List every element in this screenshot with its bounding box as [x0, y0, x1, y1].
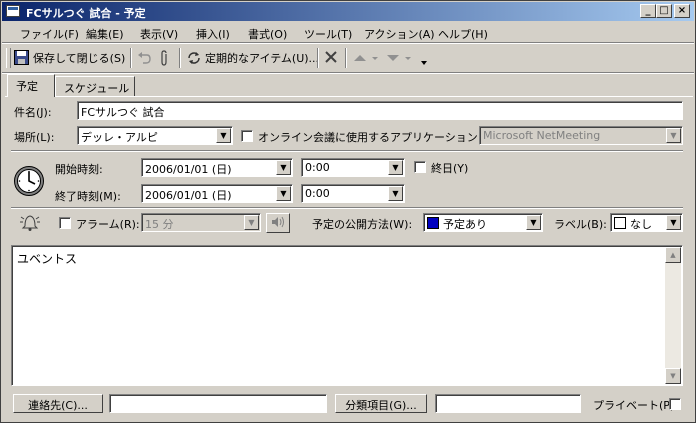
menu-tools[interactable]: ツール(T) [304, 26, 352, 42]
alarm-combobox: 15 分 ▼ [141, 213, 261, 232]
label-dropdown-arrow[interactable]: ▼ [666, 215, 681, 230]
location-value: デッレ・アルピ [81, 131, 158, 144]
busy-color-swatch [427, 217, 439, 229]
end-date-value: 2006/01/01 (日) [145, 189, 232, 202]
alarm-sound-button[interactable] [266, 213, 290, 233]
private-checkbox[interactable] [669, 398, 681, 410]
menu-edit[interactable]: 編集(E) [86, 26, 124, 42]
attachment-icon[interactable] [159, 50, 169, 69]
menu-format[interactable]: 書式(O) [248, 26, 287, 42]
menu-insert[interactable]: 挿入(I) [196, 26, 230, 42]
start-date-value: 2006/01/01 (日) [145, 163, 232, 176]
recurrence-button[interactable]: 定期的なアイテム(U)... [205, 50, 319, 66]
previous-item-icon[interactable] [353, 53, 379, 66]
menu-file[interactable]: ファイル(F) [20, 26, 79, 42]
start-date-picker[interactable]: 2006/01/01 (日) ▼ [141, 158, 293, 177]
alarm-checkbox[interactable] [59, 217, 71, 229]
private-label: プライベート(P) [593, 399, 675, 412]
tab-scheduling[interactable]: スケジュール [55, 76, 135, 96]
delete-icon[interactable] [324, 50, 338, 67]
show-time-as-dropdown-arrow[interactable]: ▼ [526, 215, 541, 230]
minimize-button[interactable]: _ [640, 4, 656, 18]
start-time-value: 0:00 [305, 161, 330, 174]
alarm-dropdown-arrow: ▼ [244, 215, 259, 230]
toolbar: 保存して閉じる(S) 定期的なアイテム(U)... [2, 44, 694, 72]
location-combobox[interactable]: デッレ・アルピ ▼ [77, 126, 233, 145]
menu-actions[interactable]: アクション(A) [364, 26, 435, 42]
categories-input[interactable] [435, 394, 581, 413]
online-app-combobox: Microsoft NetMeeting ▼ [479, 126, 683, 145]
next-item-icon[interactable] [386, 53, 412, 66]
undo-icon[interactable] [137, 51, 151, 67]
title-bar[interactable]: FCサルつぐ 試合 - 予定 _ □ × [2, 2, 694, 21]
speaker-icon [272, 216, 284, 228]
all-day-label: 終日(Y) [431, 162, 469, 175]
show-time-as-combobox[interactable]: 予定あり ▼ [423, 213, 543, 232]
appointment-icon [6, 5, 20, 17]
menu-bar: ファイル(F) 編集(E) 表示(V) 挿入(I) 書式(O) ツール(T) ア… [2, 22, 694, 42]
end-date-picker[interactable]: 2006/01/01 (日) ▼ [141, 184, 293, 203]
tab-strip: 予定 スケジュール [1, 74, 696, 97]
end-time-combobox[interactable]: 0:00 ▼ [301, 184, 405, 203]
maximize-button[interactable]: □ [656, 4, 672, 18]
notes-textarea[interactable]: ユベントス ▲ ▼ [11, 245, 683, 386]
start-time-combobox[interactable]: 0:00 ▼ [301, 158, 405, 177]
online-app-dropdown-arrow: ▼ [666, 128, 681, 143]
toolbar-separator [345, 48, 347, 68]
show-time-as-value: 予定あり [443, 218, 487, 231]
contacts-button[interactable]: 連絡先(C)... [13, 394, 103, 413]
categories-button[interactable]: 分類項目(G)... [335, 394, 427, 413]
scroll-up-button[interactable]: ▲ [665, 247, 681, 263]
toolbar-separator [179, 48, 181, 68]
section-divider [11, 150, 683, 152]
toolbar-grip[interactable] [6, 48, 11, 68]
online-app-value: Microsoft NetMeeting [483, 129, 601, 142]
online-meeting-checkbox[interactable] [241, 130, 253, 142]
tab-appointment[interactable]: 予定 [7, 74, 55, 97]
show-time-as-label: 予定の公開方法(W): [312, 218, 413, 231]
location-label: 場所(L): [14, 131, 55, 144]
online-meeting-label: オンライン会議に使用するアプリケーション: [258, 131, 482, 144]
alarm-value: 15 分 [145, 218, 174, 231]
subject-label: 件名(J): [14, 106, 52, 119]
start-time-dropdown-arrow[interactable]: ▼ [388, 160, 403, 175]
alarm-label: アラーム(R): [76, 218, 140, 231]
save-and-close-button[interactable]: 保存して閉じる(S) [33, 50, 125, 66]
recurrence-icon [187, 51, 201, 68]
close-button[interactable]: × [674, 4, 690, 18]
location-dropdown-arrow[interactable]: ▼ [216, 128, 231, 143]
menu-view[interactable]: 表示(V) [140, 26, 178, 42]
clock-icon [13, 165, 45, 200]
label-value: なし [630, 218, 652, 231]
window-title: FCサルつぐ 試合 - 予定 [26, 7, 146, 20]
subject-input[interactable]: FCサルつぐ 試合 [77, 101, 683, 120]
end-time-dropdown-arrow[interactable]: ▼ [388, 186, 403, 201]
toolbar-options-icon[interactable] [420, 57, 428, 70]
all-day-checkbox[interactable] [414, 161, 426, 173]
scroll-down-button[interactable]: ▼ [665, 368, 681, 384]
end-time-value: 0:00 [305, 187, 330, 200]
bell-icon [19, 212, 41, 235]
label-color-swatch [614, 217, 626, 229]
notes-scrollbar[interactable]: ▲ ▼ [665, 247, 681, 384]
save-icon [14, 50, 29, 68]
start-date-dropdown-arrow[interactable]: ▼ [276, 160, 291, 175]
start-time-label: 開始時刻: [55, 163, 103, 176]
toolbar-separator [317, 48, 319, 68]
section-divider [11, 207, 683, 209]
label-label: ラベル(B): [554, 218, 607, 231]
notes-text: ユベントス [17, 252, 78, 266]
appointment-window: FCサルつぐ 試合 - 予定 _ □ × ファイル(F) 編集(E) 表示(V)… [0, 0, 696, 423]
end-date-dropdown-arrow[interactable]: ▼ [276, 186, 291, 201]
menu-help[interactable]: ヘルプ(H) [438, 26, 488, 42]
label-combobox[interactable]: なし ▼ [610, 213, 683, 232]
end-time-label: 終了時刻(M): [55, 190, 121, 203]
toolbar-separator [130, 48, 132, 68]
contacts-input[interactable] [109, 394, 327, 413]
